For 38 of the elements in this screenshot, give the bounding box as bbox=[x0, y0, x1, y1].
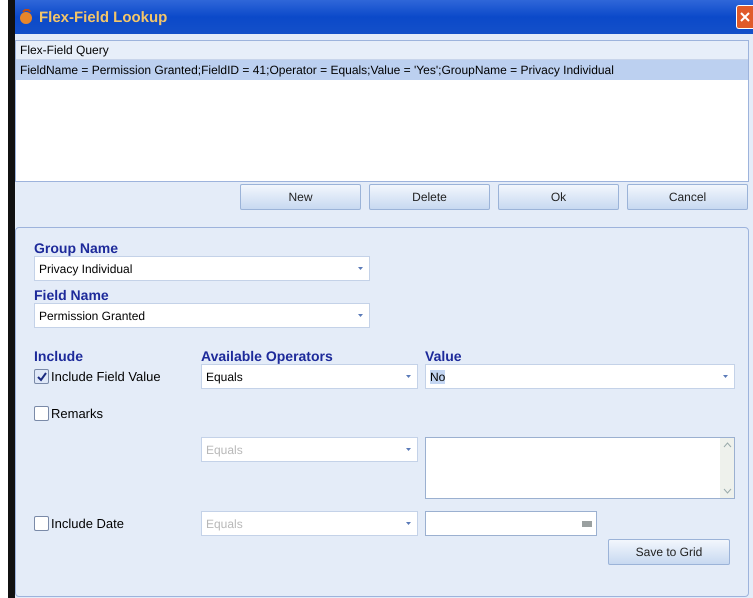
operator-dropdown[interactable]: Equals bbox=[201, 364, 418, 389]
column-header: Flex-Field Query bbox=[16, 41, 748, 60]
dropdown[interactable]: Privacy Individual bbox=[34, 256, 370, 281]
grid-row[interactable]: FieldName = Permission Granted;FieldID = 41;Operator = Equals;Value = 'Yes';GroupName = Privacy Individual bbox=[16, 60, 748, 80]
action-button[interactable]: Ok bbox=[498, 184, 619, 210]
value-dropdown[interactable]: No bbox=[425, 364, 735, 389]
caret-icon bbox=[358, 267, 363, 270]
field-label: Field Name bbox=[34, 287, 110, 303]
close-icon bbox=[740, 12, 750, 22]
close-button[interactable] bbox=[736, 5, 753, 29]
column-label: Available Operators bbox=[201, 348, 334, 364]
window-title: Flex-Field Lookup bbox=[39, 8, 168, 26]
caret-icon bbox=[406, 448, 411, 451]
text-area[interactable] bbox=[425, 437, 735, 499]
scrollbar[interactable] bbox=[720, 438, 734, 498]
caret-icon bbox=[358, 314, 363, 317]
scroll-up-icon bbox=[722, 442, 732, 448]
app-icon bbox=[19, 9, 33, 25]
checkbox[interactable] bbox=[34, 369, 49, 384]
caret-icon bbox=[406, 375, 411, 378]
checkbox-label: Include Date bbox=[51, 516, 124, 531]
checkbox-label: Remarks bbox=[51, 406, 104, 421]
check-icon bbox=[36, 372, 46, 382]
action-button[interactable]: Delete bbox=[369, 184, 490, 210]
action-button[interactable]: New bbox=[240, 184, 361, 210]
save-button[interactable]: Save to Grid bbox=[608, 539, 730, 565]
field-label: Group Name bbox=[34, 240, 120, 256]
calendar-button[interactable] bbox=[582, 520, 592, 526]
scroll-down-icon bbox=[722, 488, 732, 494]
dropdown[interactable]: Permission Granted bbox=[34, 303, 370, 328]
action-button[interactable]: Cancel bbox=[627, 184, 748, 210]
caret-icon bbox=[406, 522, 411, 525]
column-label: Value bbox=[425, 348, 463, 364]
checkbox-label: Include Field Value bbox=[51, 369, 161, 384]
caret-icon bbox=[723, 375, 728, 378]
date-field[interactable] bbox=[425, 511, 597, 536]
calendar-icon bbox=[582, 520, 592, 526]
column-label: Include bbox=[34, 348, 84, 364]
